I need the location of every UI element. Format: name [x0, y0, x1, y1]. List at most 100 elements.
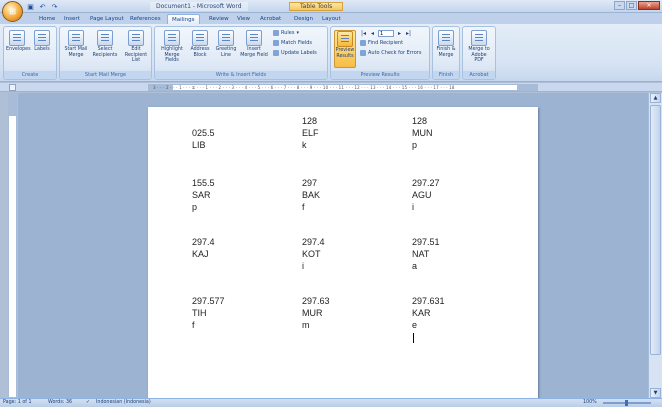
- zoom-slider[interactable]: [603, 400, 651, 406]
- tab-view[interactable]: View: [233, 14, 254, 24]
- match-fields-button[interactable]: Match Fields: [273, 40, 312, 46]
- envelope-icon: [9, 30, 25, 46]
- group-preview-results: Preview Results |◂ ◂ 1 ▸ ▸| Find Recipie…: [330, 26, 430, 80]
- greeting-line-icon: [218, 30, 234, 46]
- tab-review[interactable]: Review: [205, 14, 233, 24]
- undo-icon[interactable]: ↶: [38, 2, 47, 11]
- edit-list-icon: [128, 30, 144, 46]
- word-count[interactable]: Words: 36: [48, 399, 72, 407]
- tab-selector-icon[interactable]: [9, 84, 16, 91]
- group-finish: Finish & Merge Finish: [432, 26, 460, 80]
- label-cell[interactable]: 128 MUN p: [412, 115, 433, 151]
- group-label-write-insert: Write & Insert Fields: [155, 71, 327, 79]
- previous-record-icon[interactable]: ◂: [369, 30, 376, 37]
- address-block-icon: [192, 30, 208, 46]
- update-labels-icon: [273, 50, 279, 56]
- first-record-icon[interactable]: |◂: [360, 30, 367, 37]
- next-record-icon[interactable]: ▸: [396, 30, 403, 37]
- maximize-button[interactable]: □: [626, 1, 637, 10]
- tab-insert[interactable]: Insert: [60, 14, 84, 24]
- office-logo-icon: ⊞: [9, 7, 16, 16]
- document-area[interactable]: 025.5 LIB 128 ELF k 128 MUN p 155.5 SAR p 297 BA…: [18, 93, 648, 407]
- group-label-preview: Preview Results: [331, 71, 429, 79]
- mail-merge-icon: [68, 30, 84, 46]
- start-mail-merge-button[interactable]: Start Mail Merge: [63, 30, 89, 58]
- recipients-icon: [97, 30, 113, 46]
- merge-to-pdf-button[interactable]: Merge to Adobe PDF: [468, 30, 490, 64]
- tab-acrobat[interactable]: Acrobat: [256, 14, 285, 24]
- tab-page-layout[interactable]: Page Layout: [86, 14, 128, 24]
- record-number-field[interactable]: 1: [378, 30, 394, 37]
- rules-icon: [273, 30, 279, 36]
- tab-mailings[interactable]: Mailings: [167, 14, 200, 24]
- select-recipients-button[interactable]: Select Recipients: [92, 30, 118, 58]
- highlight-icon: [164, 30, 180, 46]
- update-labels-button[interactable]: Update Labels: [273, 50, 317, 56]
- group-write-insert-fields: Highlight Merge Fields Address Block Gre…: [154, 26, 328, 80]
- label-cell[interactable]: 297.631 KAR e: [412, 295, 445, 331]
- pdf-merge-icon: [471, 30, 487, 46]
- close-button[interactable]: ✕: [638, 1, 660, 10]
- group-create: Envelopes Labels Create: [3, 26, 57, 80]
- redo-icon[interactable]: ↷: [50, 2, 59, 11]
- label-cell[interactable]: 128 ELF k: [302, 115, 319, 151]
- address-block-button[interactable]: Address Block: [188, 30, 212, 58]
- label-cell[interactable]: 297.577 TIH f: [192, 295, 225, 331]
- ribbon-tabs: Home Insert Page Layout References Maili…: [0, 13, 662, 24]
- insert-field-icon: [246, 30, 262, 46]
- quick-access-toolbar: ▣ ↶ ↷: [26, 2, 59, 11]
- zoom-level[interactable]: 100%: [583, 399, 597, 407]
- scroll-down-icon[interactable]: ▼: [650, 388, 661, 398]
- tab-design[interactable]: Design: [290, 14, 317, 24]
- find-recipient-button[interactable]: Find Recipient: [360, 40, 403, 46]
- group-label-finish: Finish: [433, 71, 459, 79]
- title-bar: ▣ ↶ ↷ Document1 - Microsoft Word Table T…: [0, 0, 662, 13]
- finish-merge-icon: [438, 30, 454, 46]
- label-cell[interactable]: 297.51 NAT a: [412, 236, 440, 272]
- vertical-scrollbar[interactable]: ▲ ▼: [648, 93, 662, 398]
- label-cell[interactable]: 297 BAK f: [302, 177, 320, 213]
- group-acrobat: Merge to Adobe PDF Acrobat: [462, 26, 496, 80]
- highlight-merge-fields-button[interactable]: Highlight Merge Fields: [158, 30, 186, 64]
- greeting-line-button[interactable]: Greeting Line: [214, 30, 238, 58]
- envelopes-button[interactable]: Envelopes: [6, 30, 31, 53]
- auto-check-errors-button[interactable]: Auto Check for Errors: [360, 50, 421, 56]
- check-errors-icon: [360, 50, 366, 56]
- group-start-mail-merge: Start Mail Merge Select Recipients Edit …: [59, 26, 152, 80]
- find-icon: [360, 40, 366, 46]
- save-icon[interactable]: ▣: [26, 2, 35, 11]
- label-cell[interactable]: 297.63 MUR m: [302, 295, 330, 331]
- horizontal-ruler[interactable]: 3 · · · 2 · · · 1 · · · ⧖ · · · 1 · · · …: [148, 84, 538, 91]
- label-cell[interactable]: 297.4 KAJ: [192, 236, 215, 272]
- minimize-button[interactable]: –: [614, 1, 625, 10]
- preview-results-button[interactable]: Preview Results: [334, 30, 356, 68]
- insert-merge-field-button[interactable]: Insert Merge Field: [240, 30, 268, 58]
- status-bar: Page: 1 of 1 Words: 36 ✓ Indonesian (Ind…: [0, 398, 662, 407]
- language-indicator[interactable]: Indonesian (Indonesia): [96, 399, 151, 407]
- proofing-icon[interactable]: ✓: [86, 399, 90, 407]
- last-record-icon[interactable]: ▸|: [405, 30, 412, 37]
- rules-button[interactable]: Rules ▾: [273, 30, 299, 36]
- office-button[interactable]: ⊞: [2, 1, 23, 22]
- text-cursor: [413, 333, 414, 343]
- labels-button[interactable]: Labels: [31, 30, 53, 53]
- ruler-scale: 3 · · · 2 · · · 1 · · · ⧖ · · · 1 · · · …: [153, 85, 455, 90]
- edit-recipient-list-button[interactable]: Edit Recipient List: [121, 30, 151, 64]
- vertical-ruler[interactable]: [8, 93, 17, 398]
- table-tools-context-label: Table Tools: [289, 2, 344, 11]
- finish-merge-button[interactable]: Finish & Merge: [435, 30, 457, 58]
- tab-layout[interactable]: Layout: [318, 14, 345, 24]
- page-count[interactable]: Page: 1 of 1: [3, 399, 32, 407]
- label-cell[interactable]: 025.5 LIB: [192, 127, 215, 163]
- label-cell[interactable]: 297.4 KOT i: [302, 236, 325, 272]
- label-cell[interactable]: 155.5 SAR p: [192, 177, 215, 213]
- group-label-create: Create: [4, 71, 56, 79]
- scroll-up-icon[interactable]: ▲: [650, 93, 661, 103]
- match-fields-icon: [273, 40, 279, 46]
- tab-references[interactable]: References: [126, 14, 165, 24]
- record-navigation: |◂ ◂ 1 ▸ ▸|: [360, 30, 412, 37]
- document-page[interactable]: 025.5 LIB 128 ELF k 128 MUN p 155.5 SAR p 297 BA…: [148, 107, 538, 407]
- tab-home[interactable]: Home: [35, 14, 59, 24]
- label-cell[interactable]: 297.27 AGU i: [412, 177, 440, 213]
- scroll-thumb[interactable]: [650, 105, 661, 355]
